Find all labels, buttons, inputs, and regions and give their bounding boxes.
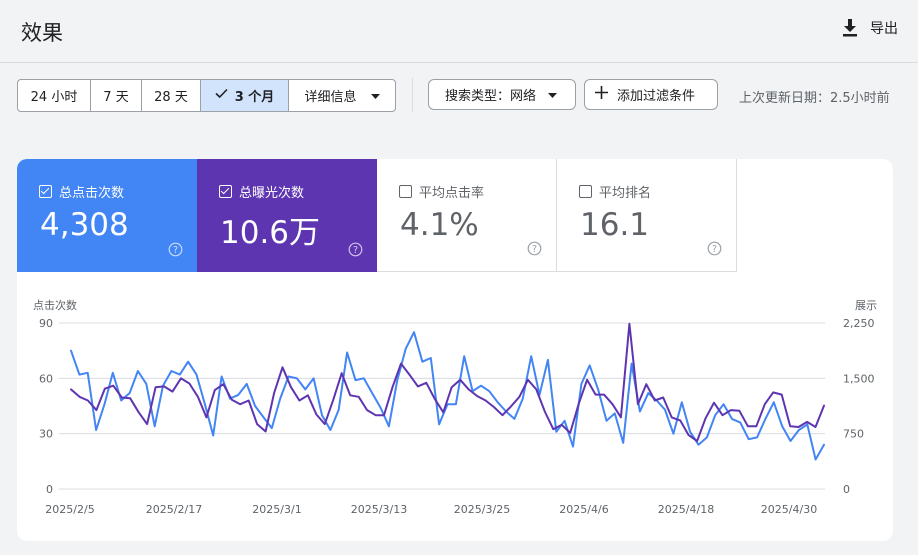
range-3m-button[interactable]: 3 个月	[201, 80, 289, 111]
export-label: 导出	[870, 21, 898, 37]
x-tick-label: 2025/2/17	[146, 503, 202, 516]
range-7d-button[interactable]: 7 天	[91, 80, 142, 111]
left-tick-label: 0	[46, 483, 53, 496]
page-header: 效果 导出	[0, 0, 918, 62]
right-tick-label: 2,250	[843, 317, 875, 330]
performance-chart[interactable]: 点击次数 展示 9060300 2,2501,5007500 2025/2/5 2…	[17, 159, 893, 541]
left-tick-label: 30	[39, 428, 53, 441]
performance-card: 总点击次数 4,308 ? 总曝光次数 10.6万 ? 平均点击率 4.1% ?…	[17, 159, 893, 541]
right-axis-ticks: 2,250 1,500 750 0	[843, 317, 875, 496]
range-label: 28 天	[154, 90, 188, 105]
details-label: 详细信息	[304, 90, 357, 105]
filter-toolbar: 24 小时 7 天 28 天 3 个月 详细信息 搜索类型：网络 添加过滤条件 …	[0, 78, 918, 112]
plus-icon	[595, 86, 608, 103]
header-divider	[0, 62, 918, 63]
x-tick-label: 2025/3/13	[351, 503, 407, 516]
right-axis-label: 展示	[855, 299, 877, 312]
toolbar-divider	[412, 78, 413, 112]
search-type-label: 搜索类型：网络	[445, 89, 537, 104]
search-type-dropdown[interactable]: 搜索类型：网络	[428, 79, 576, 110]
left-axis-label: 点击次数	[33, 298, 77, 312]
x-tick-label: 2025/4/30	[761, 503, 817, 516]
x-axis-labels: 2025/2/5 2025/2/17 2025/3/1 2025/3/13 2025/3…	[45, 503, 817, 516]
range-28d-button[interactable]: 28 天	[142, 80, 201, 111]
x-tick-label: 2025/3/25	[454, 503, 510, 516]
x-tick-label: 2025/2/5	[45, 503, 94, 516]
details-dropdown[interactable]: 详细信息	[289, 80, 395, 111]
right-tick-label: 750	[843, 428, 864, 441]
left-axis-ticks: 90 60 30 0	[39, 317, 53, 496]
range-label: 24 小时	[30, 90, 78, 105]
right-tick-label: 0	[843, 483, 850, 496]
range-label: 3 个月	[234, 90, 275, 105]
check-icon	[215, 88, 228, 103]
left-tick-label: 60	[39, 372, 53, 385]
add-filter-label: 添加过滤条件	[617, 89, 696, 104]
x-tick-label: 2025/4/18	[658, 503, 714, 516]
date-range-selector: 24 小时 7 天 28 天 3 个月 详细信息	[17, 79, 396, 112]
download-icon	[842, 19, 858, 37]
chart-grid	[59, 322, 825, 490]
x-tick-label: 2025/3/1	[252, 503, 301, 516]
caret-down-icon	[370, 88, 380, 103]
chart-series-layer	[70, 322, 825, 461]
last-update-text: 上次更新日期：2.5小时前	[739, 91, 890, 106]
caret-down-icon	[548, 87, 558, 102]
add-filter-button[interactable]: 添加过滤条件	[584, 79, 718, 110]
page-title: 效果	[21, 21, 63, 45]
right-tick-label: 1,500	[843, 372, 875, 385]
range-24h-button[interactable]: 24 小时	[18, 80, 91, 111]
range-label: 7 天	[103, 90, 129, 105]
left-tick-label: 90	[39, 317, 53, 330]
x-tick-label: 2025/4/6	[559, 503, 608, 516]
export-button[interactable]: 导出	[842, 18, 898, 38]
series-line-impressions	[70, 322, 825, 442]
series-line-clicks	[70, 331, 825, 461]
